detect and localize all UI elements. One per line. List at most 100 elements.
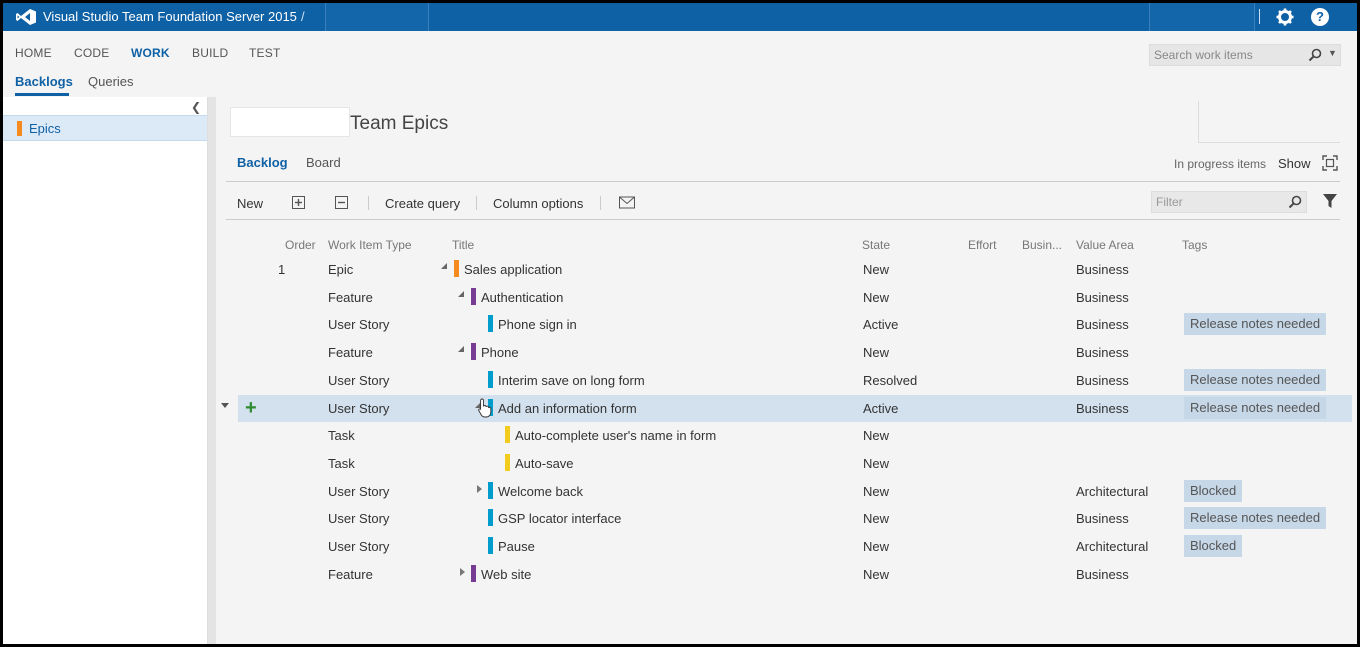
- collapse-triangle-icon[interactable]: [458, 291, 464, 297]
- title-cell[interactable]: Auto-complete user's name in form: [515, 428, 716, 443]
- column-header-work-item-type[interactable]: Work Item Type: [328, 238, 412, 252]
- add-child-icon[interactable]: +: [245, 395, 257, 421]
- column-header-title[interactable]: Title: [452, 238, 474, 252]
- gear-icon[interactable]: [1275, 7, 1295, 27]
- state-cell: Active: [863, 317, 899, 332]
- work-item-type-cell: Feature: [328, 567, 373, 582]
- create-query-button[interactable]: Create query: [385, 196, 460, 211]
- value-area-cell: Business: [1076, 373, 1129, 388]
- title-cell[interactable]: Interim save on long form: [498, 373, 645, 388]
- value-area-cell: Business: [1076, 345, 1129, 360]
- fullscreen-icon[interactable]: [1322, 155, 1338, 171]
- work-item-color-bar: [471, 343, 476, 360]
- collapse-all-icon[interactable]: [335, 196, 348, 209]
- row-context-menu-icon[interactable]: [221, 403, 229, 408]
- tab-queries[interactable]: Queries: [88, 74, 134, 89]
- hub-work[interactable]: WORK: [131, 46, 170, 60]
- table-row[interactable]: User Story Interim save on long form Resol…: [238, 367, 1352, 394]
- team-name-redacted: [230, 107, 350, 137]
- table-row[interactable]: Feature Phone New Business: [238, 339, 1352, 366]
- value-area-cell: Architectural: [1076, 539, 1149, 554]
- state-cell: New: [863, 456, 890, 471]
- title-cell[interactable]: Phone sign in: [498, 317, 577, 332]
- column-header-state[interactable]: State: [862, 238, 890, 252]
- tab-board[interactable]: Board: [306, 155, 341, 170]
- pane-splitter[interactable]: [208, 97, 216, 644]
- hub-build[interactable]: BUILD: [192, 46, 228, 60]
- project-selector[interactable]: [325, 3, 429, 31]
- title-cell[interactable]: Auto-save: [515, 456, 574, 471]
- search-icon[interactable]: [1308, 48, 1322, 62]
- tag-badge[interactable]: Release notes needed: [1184, 369, 1327, 391]
- search-icon[interactable]: [1288, 195, 1302, 209]
- search-input[interactable]: [1150, 45, 1300, 65]
- title-cell[interactable]: Authentication: [481, 290, 563, 305]
- state-cell: Resolved: [863, 373, 918, 388]
- table-row[interactable]: User Story Pause New Architectural Blocked: [238, 533, 1352, 560]
- tab-backlogs[interactable]: Backlogs: [15, 74, 73, 89]
- filter-input[interactable]: [1152, 192, 1278, 212]
- work-item-type-cell: Epic: [328, 262, 354, 277]
- in-progress-show-toggle[interactable]: Show: [1278, 156, 1311, 171]
- expand-all-icon[interactable]: [292, 196, 305, 209]
- tfs-window: Visual Studio Team Foundation Server 201…: [3, 3, 1357, 644]
- server-title[interactable]: Visual Studio Team Foundation Server 201…: [43, 9, 297, 24]
- work-item-color-bar: [505, 426, 510, 443]
- hub-test[interactable]: TEST: [249, 46, 280, 60]
- page-title: Team Epics: [350, 113, 449, 134]
- filter-box[interactable]: [1151, 191, 1307, 213]
- expand-triangle-icon[interactable]: [460, 568, 465, 576]
- state-cell: Active: [863, 401, 899, 416]
- hub-code[interactable]: CODE: [74, 46, 109, 60]
- help-icon[interactable]: ?: [1311, 8, 1329, 26]
- title-cell[interactable]: Pause: [498, 539, 535, 554]
- collapse-pane-icon[interactable]: ❮: [191, 100, 201, 114]
- hub-home[interactable]: HOME: [15, 46, 52, 60]
- title-cell[interactable]: Add an information form: [498, 401, 637, 416]
- main-content: Team Epics Backlog Board In progress ite…: [216, 97, 1357, 644]
- table-row[interactable]: User Story Phone sign in Active Business Rel…: [238, 311, 1352, 338]
- table-row[interactable]: Task Auto-complete user's name in form New: [238, 422, 1352, 449]
- title-cell[interactable]: GSP locator interface: [498, 511, 621, 526]
- filter-funnel-icon[interactable]: [1322, 193, 1338, 209]
- tag-badge[interactable]: Blocked: [1184, 535, 1243, 557]
- table-row[interactable]: + User Story Add an information form Active…: [221, 395, 1352, 422]
- column-header-value-area[interactable]: Value Area: [1076, 238, 1134, 252]
- email-icon[interactable]: [619, 196, 635, 209]
- chevron-down-icon[interactable]: ▼: [1328, 48, 1337, 58]
- sidebar-item-epics[interactable]: Epics: [3, 115, 207, 141]
- vs-logo-icon[interactable]: [15, 8, 37, 26]
- column-header-business-value[interactable]: Busin...: [1022, 238, 1062, 252]
- tag-badge[interactable]: Release notes needed: [1184, 507, 1327, 529]
- column-header-tags[interactable]: Tags: [1182, 238, 1207, 252]
- title-bar: Visual Studio Team Foundation Server 201…: [3, 3, 1357, 31]
- title-cell[interactable]: Sales application: [464, 262, 562, 277]
- work-item-color-bar: [454, 260, 459, 277]
- table-row[interactable]: Task Auto-save New: [238, 450, 1352, 477]
- table-row[interactable]: 1 Epic Sales application New Business: [238, 256, 1352, 283]
- table-row[interactable]: User Story GSP locator interface New Busine…: [238, 505, 1352, 532]
- new-button[interactable]: New: [237, 196, 263, 211]
- title-cell[interactable]: Welcome back: [498, 484, 583, 499]
- tag-badge[interactable]: Blocked: [1184, 480, 1243, 502]
- table-row[interactable]: Feature Web site New Business: [238, 561, 1352, 588]
- state-cell: New: [863, 539, 890, 554]
- column-header-order[interactable]: Order: [285, 238, 316, 252]
- user-menu[interactable]: [1149, 3, 1255, 31]
- tag-badge[interactable]: Release notes needed: [1184, 397, 1327, 419]
- column-options-button[interactable]: Column options: [493, 196, 583, 211]
- expand-triangle-icon[interactable]: [477, 485, 482, 493]
- title-cell[interactable]: Web site: [481, 567, 531, 582]
- table-row[interactable]: User Story Welcome back New Architectural Bl…: [238, 478, 1352, 505]
- column-header-effort[interactable]: Effort: [968, 238, 996, 252]
- collapse-triangle-icon[interactable]: [458, 346, 464, 352]
- tag-badge[interactable]: Release notes needed: [1184, 313, 1327, 335]
- toolbar-separator: [600, 196, 601, 210]
- tab-backlog[interactable]: Backlog: [237, 155, 288, 170]
- search-work-items-box[interactable]: ▼: [1149, 44, 1341, 66]
- table-row[interactable]: Feature Authentication New Business: [238, 284, 1352, 311]
- work-item-type-cell: User Story: [328, 373, 390, 388]
- collapse-triangle-icon[interactable]: [441, 263, 447, 269]
- value-area-cell: Business: [1076, 567, 1129, 582]
- title-cell[interactable]: Phone: [481, 345, 519, 360]
